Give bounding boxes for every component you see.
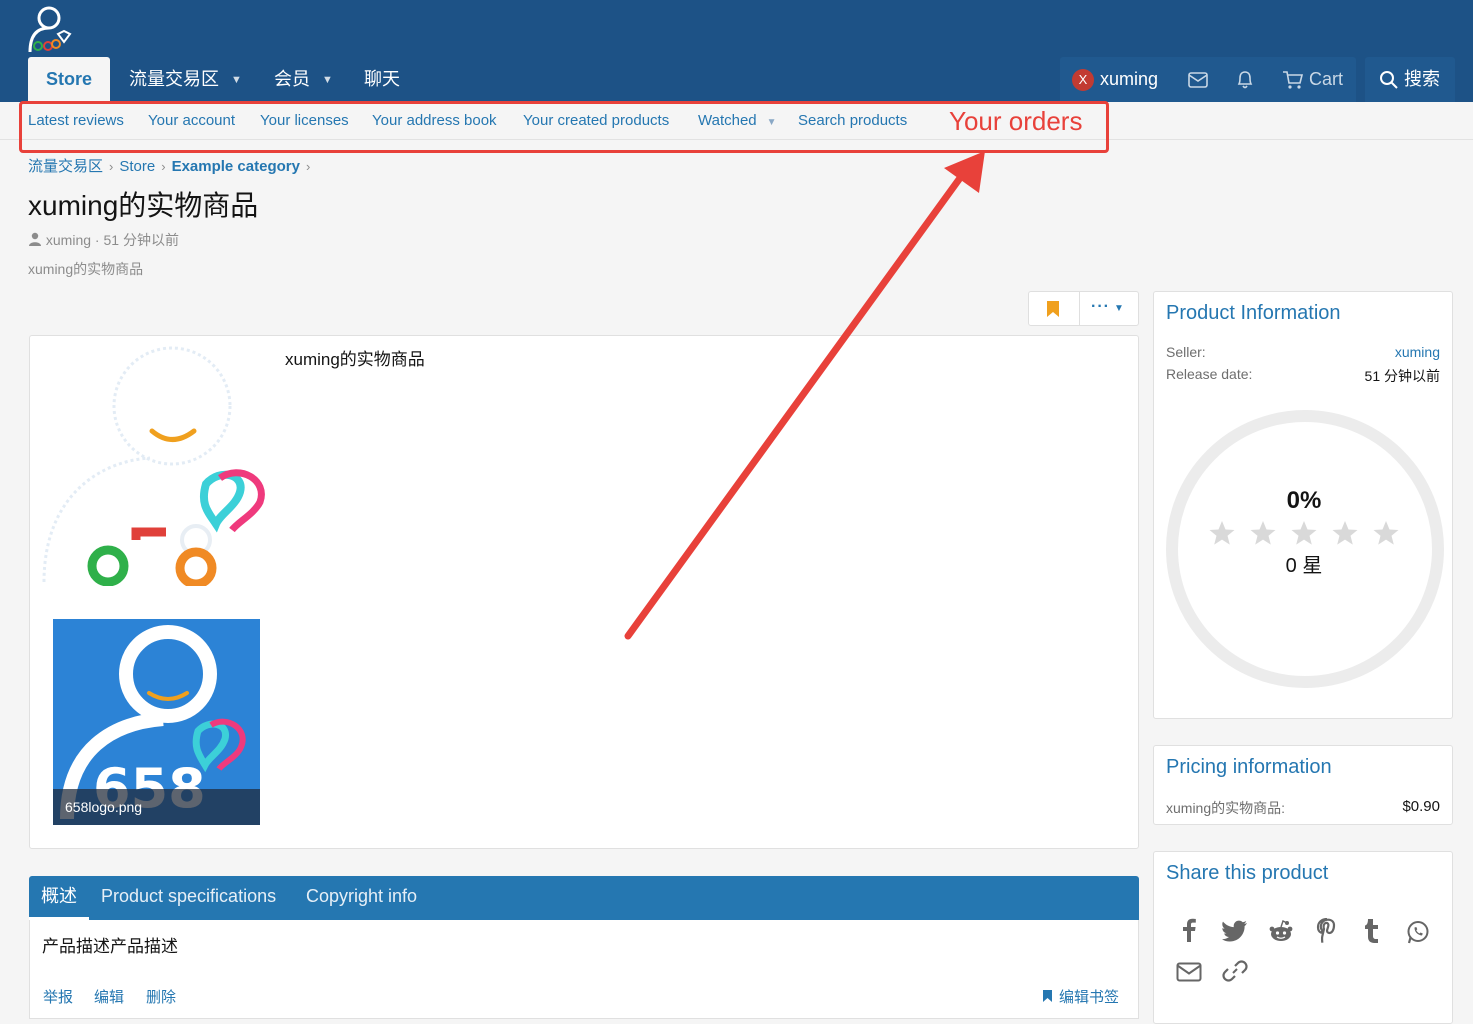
seller-link[interactable]: xuming xyxy=(1395,344,1440,360)
release-date-value: 51 分钟以前 xyxy=(1364,368,1440,384)
user-toolbar: Xxuming Cart xyxy=(1060,57,1356,102)
top-header: Store 流量交易区 ▼ 会员 ▼ 聊天 Xxuming Cart 搜索 xyxy=(0,0,1473,102)
annotation-highlight-box xyxy=(19,101,1109,153)
share-title: Share this product xyxy=(1166,862,1329,884)
edit-link[interactable]: 编辑 xyxy=(94,986,124,1007)
tab-overview[interactable]: 概述 xyxy=(29,876,89,920)
bell-icon xyxy=(1237,71,1253,89)
chevron-right-icon: › xyxy=(305,159,311,174)
product-meta: xuming · 51 分钟以前 xyxy=(28,230,179,250)
user-menu[interactable]: Xxuming xyxy=(1072,57,1158,102)
whatsapp-icon[interactable] xyxy=(1406,920,1430,948)
rating-percent: 0% xyxy=(1286,487,1322,514)
pricing-card: Pricing information xuming的实物商品: $0.90 xyxy=(1153,745,1453,825)
nav-tab-members-label: 会员 xyxy=(274,69,310,89)
thumbnail-caption: 658logo.png xyxy=(53,789,260,825)
nav-tab-store-label: Store xyxy=(46,69,93,89)
username: xuming xyxy=(1100,69,1159,89)
breadcrumb-item[interactable]: Store xyxy=(119,158,155,175)
rating-count: 0 星 xyxy=(1285,555,1323,577)
breadcrumb-item[interactable]: Example category xyxy=(172,158,300,175)
post-time: 51 分钟以前 xyxy=(103,232,179,248)
nav-tab-store[interactable]: Store xyxy=(28,57,111,102)
bookmark-icon xyxy=(1043,990,1052,1002)
site-logo[interactable] xyxy=(24,4,76,54)
chevron-down-icon[interactable]: ▼ xyxy=(231,58,242,103)
chevron-down-icon[interactable]: ▼ xyxy=(322,58,333,103)
tab-specifications[interactable]: Product specifications xyxy=(101,876,276,920)
email-icon[interactable] xyxy=(1176,962,1202,986)
facebook-icon[interactable] xyxy=(1178,918,1200,946)
star-icon xyxy=(1250,521,1276,545)
twitter-icon[interactable] xyxy=(1222,920,1248,946)
divider xyxy=(1079,292,1080,325)
star-icon xyxy=(1291,521,1317,545)
envelope-icon xyxy=(1188,72,1208,89)
breadcrumb: 流量交易区 › Store › Example category › xyxy=(28,155,316,176)
cart-label: Cart xyxy=(1309,69,1344,89)
product-main-image[interactable] xyxy=(40,346,290,589)
product-tabs: 概述 Product specifications Copyright info xyxy=(29,876,1139,920)
pinterest-icon[interactable] xyxy=(1316,917,1338,948)
chevron-down-icon: ▼ xyxy=(1113,303,1125,314)
bookmark-button[interactable] xyxy=(1046,300,1060,322)
edit-bookmark-label: 编辑书签 xyxy=(1059,989,1120,1006)
star-icon xyxy=(1209,521,1235,545)
search-icon xyxy=(1380,71,1398,89)
user-icon xyxy=(29,232,41,246)
tab-copyright[interactable]: Copyright info xyxy=(306,876,417,920)
product-tagline: xuming的实物商品 xyxy=(28,261,144,277)
nav-tab-chat-label: 聊天 xyxy=(364,69,400,89)
seller-label: Seller: xyxy=(1166,344,1206,360)
share-card: Share this product xyxy=(1153,851,1453,1024)
reddit-icon[interactable] xyxy=(1268,920,1294,946)
bookmark-icon xyxy=(1047,301,1059,317)
nav-tab-traffic[interactable]: 流量交易区 ▼ xyxy=(129,57,242,102)
report-link[interactable]: 举报 xyxy=(43,986,73,1007)
product-info-title: Product Information xyxy=(1166,302,1341,324)
pricing-title: Pricing information xyxy=(1166,756,1332,778)
avatar: X xyxy=(1072,69,1094,92)
breadcrumb-item[interactable]: 流量交易区 xyxy=(28,158,103,175)
product-description: 产品描述产品描述 xyxy=(42,937,178,956)
star-icon xyxy=(1332,521,1358,545)
cart-icon xyxy=(1283,71,1304,89)
nav-tab-chat[interactable]: 聊天 xyxy=(364,57,400,102)
inbox-button[interactable] xyxy=(1188,57,1208,102)
star-icon xyxy=(1373,521,1399,545)
product-info-card: Product Information Seller: xuming Relea… xyxy=(1153,291,1453,719)
more-options-button[interactable]: ··· ▼ xyxy=(1091,298,1125,316)
delete-link[interactable]: 删除 xyxy=(146,986,176,1007)
chevron-right-icon: › xyxy=(161,159,166,174)
product-action-bar: ··· ▼ xyxy=(1028,291,1139,326)
alerts-button[interactable] xyxy=(1236,57,1254,102)
edit-bookmark-link[interactable]: 编辑书签 xyxy=(1042,986,1119,1007)
chevron-right-icon: › xyxy=(109,159,114,174)
page-title: xuming的实物商品 xyxy=(28,190,259,221)
release-date-label: Release date: xyxy=(1166,366,1253,382)
nav-tab-traffic-label: 流量交易区 xyxy=(129,69,219,89)
annotation-your-orders: Your orders xyxy=(949,106,1083,136)
rating-stars xyxy=(1207,520,1403,546)
item-name: xuming的实物商品 xyxy=(285,350,425,369)
cart-button[interactable]: Cart xyxy=(1282,57,1343,102)
price-value: $0.90 xyxy=(1402,798,1440,815)
link-icon[interactable] xyxy=(1222,958,1248,988)
product-logo-image xyxy=(42,346,265,589)
search-label: 搜索 xyxy=(1404,69,1441,89)
tumblr-icon[interactable] xyxy=(1364,918,1380,948)
search-button[interactable]: 搜索 xyxy=(1365,57,1455,102)
nav-tab-members[interactable]: 会员 ▼ xyxy=(274,57,333,102)
tab-panel: 产品描述产品描述 举报 编辑 删除 编辑书签 xyxy=(29,920,1139,1019)
pricing-item-label: xuming的实物商品: xyxy=(1166,800,1286,816)
ellipsis-icon: ··· xyxy=(1091,298,1110,315)
search-trigger[interactable]: 搜索 xyxy=(1379,57,1440,102)
author-link[interactable]: xuming xyxy=(46,232,91,248)
product-thumbnail[interactable]: 658 658logo.png xyxy=(53,619,260,825)
